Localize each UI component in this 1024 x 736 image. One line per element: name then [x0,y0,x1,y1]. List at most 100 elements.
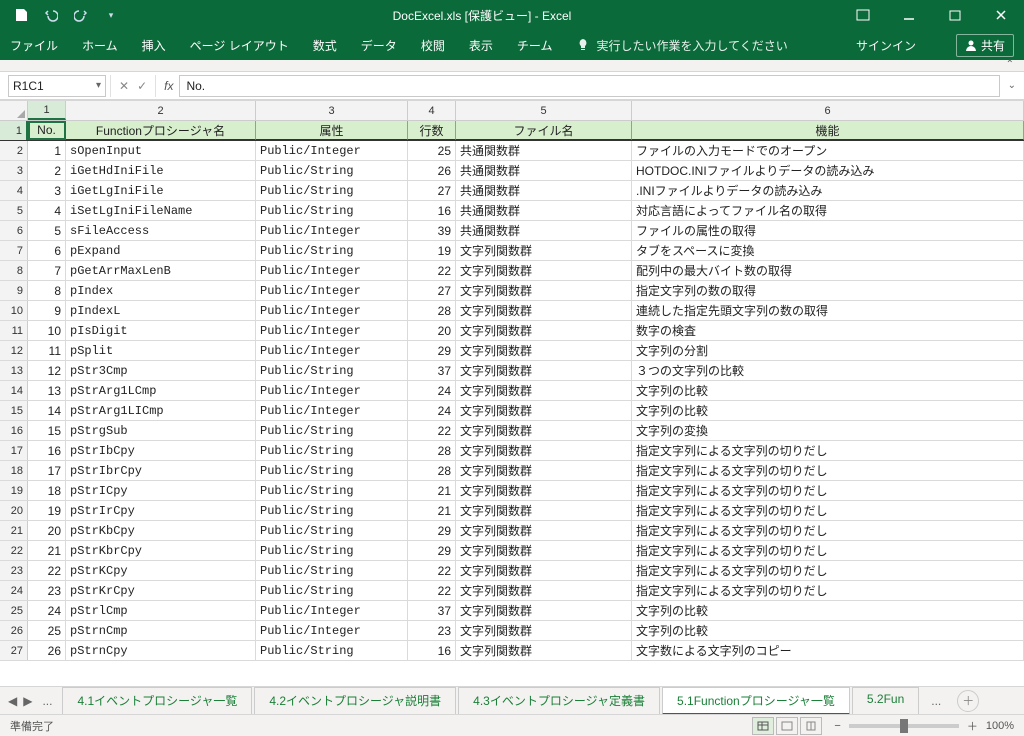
cell-func[interactable]: 配列中の最大バイト数の取得 [632,261,1024,280]
cell-no[interactable]: 6 [28,241,66,260]
cell-proc-name[interactable]: pIndexL [66,301,256,320]
tab-view[interactable]: 表示 [469,30,493,60]
cell-func[interactable]: ３つの文字列の比較 [632,361,1024,380]
cell-func[interactable]: 指定文字列による文字列の切りだし [632,521,1024,540]
cell-attr[interactable]: Public/String [256,361,408,380]
cell-func[interactable]: HOTDOC.INIファイルよりデータの読み込み [632,161,1024,180]
cell-func[interactable]: タブをスペースに変換 [632,241,1024,260]
cell-no[interactable]: 3 [28,181,66,200]
cell-file[interactable]: 文字列関数群 [456,341,632,360]
cell-func[interactable]: ファイルの属性の取得 [632,221,1024,240]
cell-file[interactable]: 文字列関数群 [456,321,632,340]
minimize-button[interactable] [886,0,932,30]
cell-proc-name[interactable]: pStr3Cmp [66,361,256,380]
cell-lines[interactable]: 22 [408,581,456,600]
tab-file[interactable]: ファイル [10,30,58,60]
cell-func[interactable]: 文字列の比較 [632,381,1024,400]
cell-proc-name[interactable]: pGetArrMaxLenB [66,261,256,280]
cell-attr[interactable]: Public/Integer [256,141,408,160]
row-header[interactable]: 26 [0,621,28,640]
row-header[interactable]: 3 [0,161,28,180]
cell-func[interactable]: .INIファイルよりデータの読み込み [632,181,1024,200]
tab-review[interactable]: 校閲 [421,30,445,60]
cell-proc-name[interactable]: iGetHdIniFile [66,161,256,180]
cell-attr[interactable]: Public/String [256,501,408,520]
column-header[interactable]: 6 [632,101,1024,120]
view-normal-button[interactable] [752,717,774,735]
cell-no[interactable]: 26 [28,641,66,660]
cell-file[interactable]: 共通関数群 [456,201,632,220]
cell-lines[interactable]: 37 [408,601,456,620]
cell-lines[interactable]: 22 [408,421,456,440]
cell-proc-name[interactable]: pStrIrCpy [66,501,256,520]
cell-file[interactable]: 文字列関数群 [456,541,632,560]
cell-no[interactable]: 10 [28,321,66,340]
sheet-nav-next[interactable]: ▶ [23,694,32,708]
view-page-break-button[interactable] [800,717,822,735]
row-header[interactable]: 23 [0,561,28,580]
row-header[interactable]: 7 [0,241,28,260]
sheet-tab[interactable]: 4.2イベントプロシージャ説明書 [254,687,456,715]
cell-func[interactable]: 文字列の変換 [632,421,1024,440]
cell-func[interactable]: 指定文字列による文字列の切りだし [632,461,1024,480]
cell-file[interactable]: 文字列関数群 [456,301,632,320]
cell-func[interactable]: 指定文字列による文字列の切りだし [632,541,1024,560]
cell-attr[interactable]: Public/Integer [256,621,408,640]
zoom-slider[interactable] [849,724,959,728]
view-page-layout-button[interactable] [776,717,798,735]
row-header[interactable]: 6 [0,221,28,240]
tab-home[interactable]: ホーム [82,30,118,60]
cell-proc-name[interactable]: pStrKCpy [66,561,256,580]
column-header[interactable]: 2 [66,101,256,120]
cell-attr[interactable]: Public/Integer [256,261,408,280]
fx-icon[interactable]: fx [164,79,173,93]
sheet-overflow-left[interactable]: ... [32,694,62,708]
cell-proc-name[interactable]: sOpenInput [66,141,256,160]
header-func[interactable]: 機能 [632,121,1024,140]
cell-lines[interactable]: 21 [408,481,456,500]
share-button[interactable]: 共有 [956,34,1014,57]
row-header[interactable]: 25 [0,601,28,620]
row-header[interactable]: 17 [0,441,28,460]
cell-proc-name[interactable]: pStrgSub [66,421,256,440]
cell-file[interactable]: 文字列関数群 [456,461,632,480]
cell-lines[interactable]: 22 [408,261,456,280]
cell-lines[interactable]: 39 [408,221,456,240]
header-no[interactable]: No. [28,121,66,140]
cell-attr[interactable]: Public/String [256,241,408,260]
row-header[interactable]: 4 [0,181,28,200]
new-sheet-button[interactable]: ＋ [957,690,979,712]
cell-file[interactable]: 文字列関数群 [456,361,632,380]
cell-lines[interactable]: 27 [408,281,456,300]
header-attr[interactable]: 属性 [256,121,408,140]
cell-lines[interactable]: 23 [408,621,456,640]
ribbon-display-options[interactable] [840,0,886,30]
row-header[interactable]: 2 [0,141,28,160]
sheet-tab[interactable]: 5.1Functionプロシージャ一覧 [662,687,850,715]
header-file[interactable]: ファイル名 [456,121,632,140]
cell-attr[interactable]: Public/String [256,521,408,540]
cell-attr[interactable]: Public/String [256,561,408,580]
row-header[interactable]: 13 [0,361,28,380]
cell-func[interactable]: 指定文字列による文字列の切りだし [632,561,1024,580]
cell-no[interactable]: 15 [28,421,66,440]
row-header[interactable]: 20 [0,501,28,520]
cell-file[interactable]: 文字列関数群 [456,421,632,440]
cell-file[interactable]: 文字列関数群 [456,621,632,640]
cell-lines[interactable]: 16 [408,201,456,220]
cell-proc-name[interactable]: pStrIbrCpy [66,461,256,480]
sheet-nav-prev[interactable]: ◀ [8,694,17,708]
cell-no[interactable]: 18 [28,481,66,500]
cell-lines[interactable]: 37 [408,361,456,380]
cell-no[interactable]: 2 [28,161,66,180]
sheet-overflow-right[interactable]: ... [921,694,951,708]
cell-proc-name[interactable]: sFileAccess [66,221,256,240]
select-all-corner[interactable] [0,101,28,120]
cell-proc-name[interactable]: pIndex [66,281,256,300]
cell-no[interactable]: 17 [28,461,66,480]
row-header[interactable]: 16 [0,421,28,440]
cell-proc-name[interactable]: pStrKrCpy [66,581,256,600]
row-header[interactable]: 18 [0,461,28,480]
cell-lines[interactable]: 21 [408,501,456,520]
cell-file[interactable]: 文字列関数群 [456,561,632,580]
